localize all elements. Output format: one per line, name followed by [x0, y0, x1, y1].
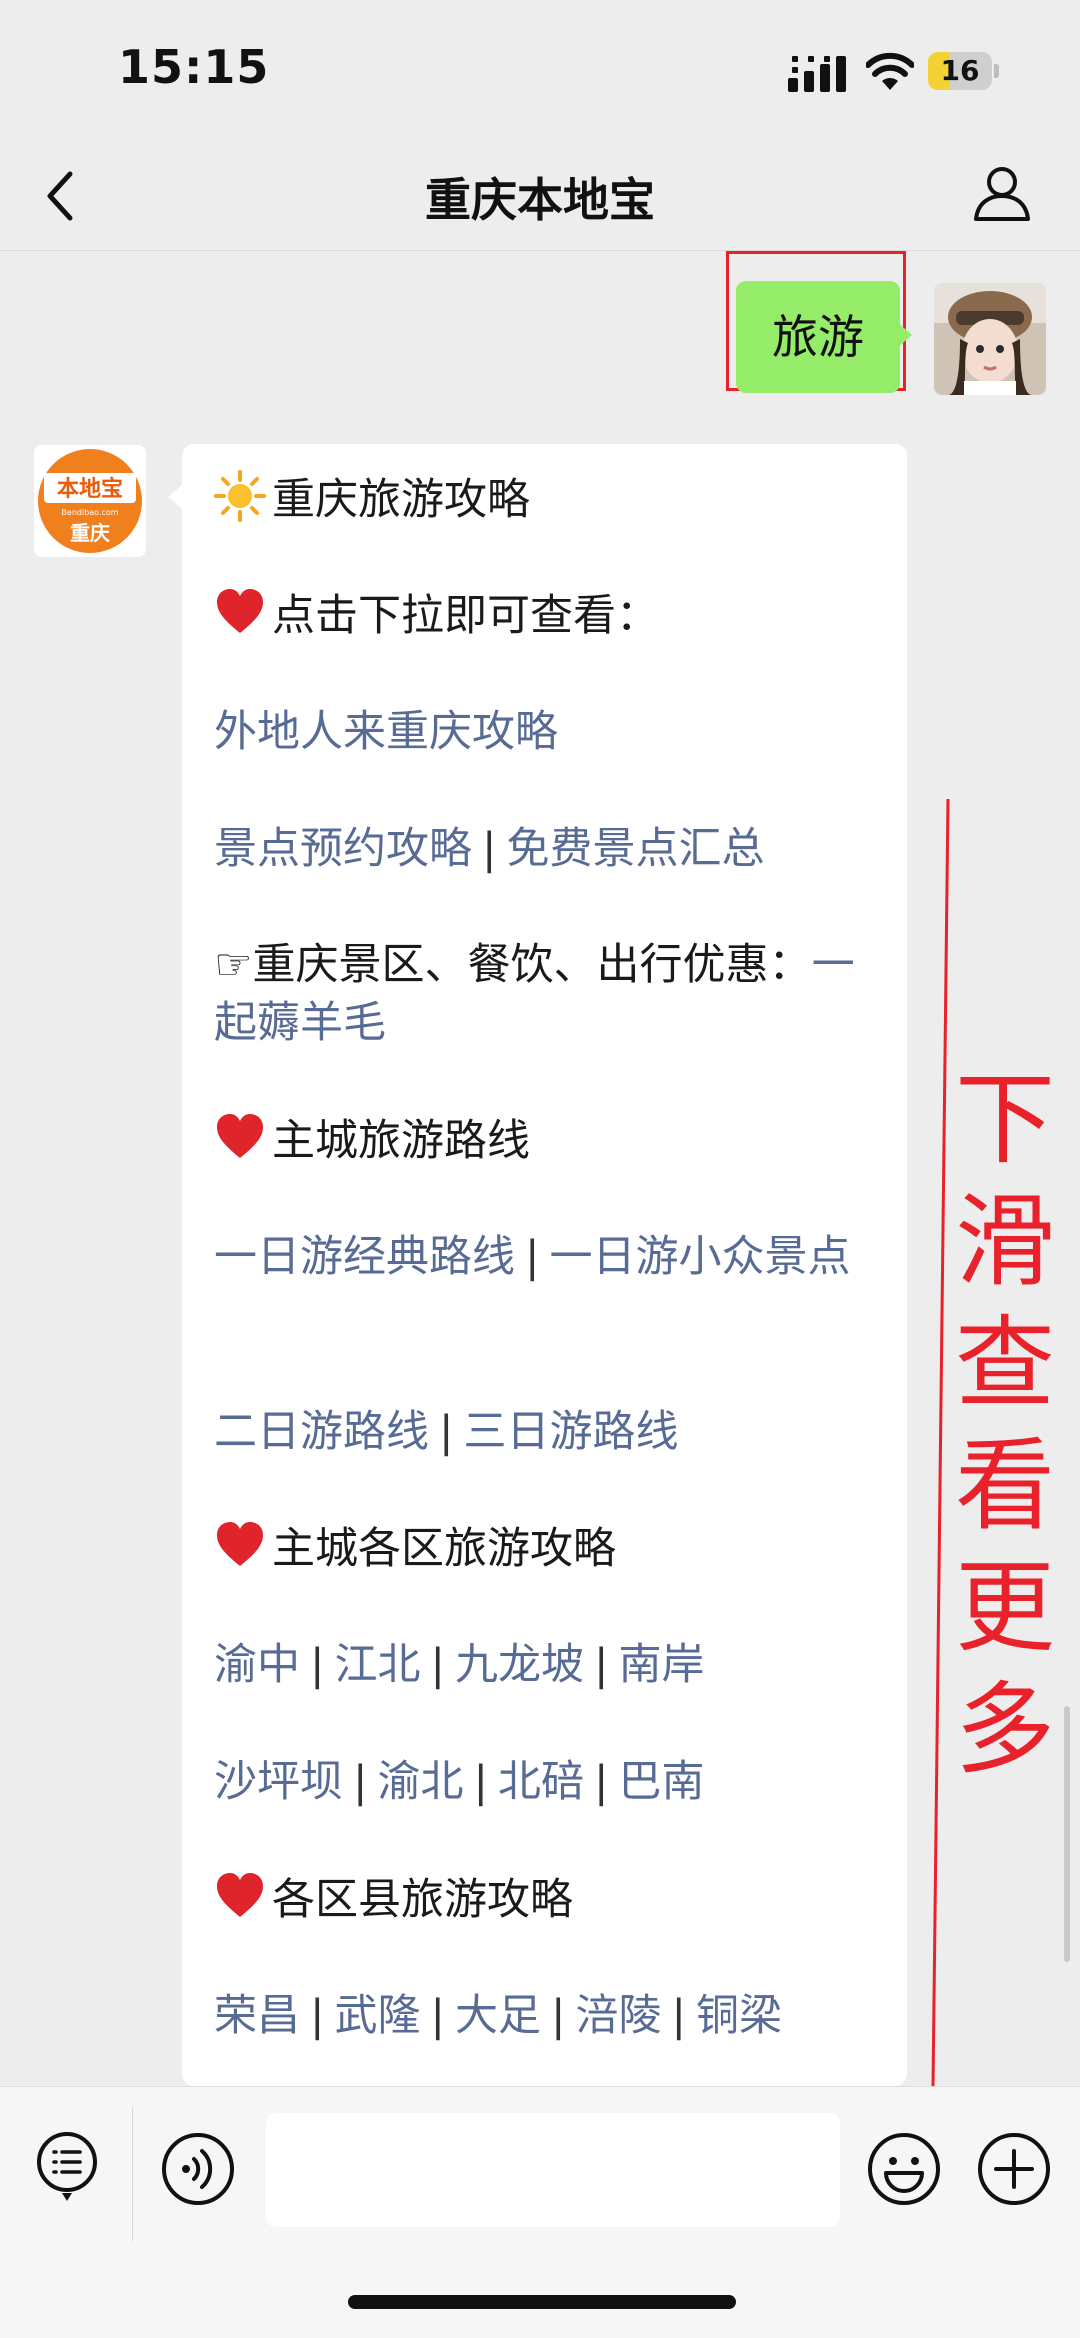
link-row-counties: 荣昌 | 武隆 | 大足 | 涪陵 | 铜梁 [214, 1987, 884, 2045]
bendibao-logo: 本地宝 Bendibao.com 重庆 [34, 445, 146, 557]
red-down-arrow-icon [931, 799, 950, 2086]
link-row-districts-2: 沙坪坝 | 渝北 | 北碚 | 巴南 [214, 1753, 884, 1811]
separator: | [671, 1991, 687, 2041]
separator: | [473, 1757, 489, 1807]
link-tongliang[interactable]: 铜梁 [696, 1991, 782, 2041]
separator: | [353, 1757, 368, 1807]
link-dazu[interactable]: 大足 [455, 1991, 541, 2041]
link-beibei[interactable]: 北碚 [498, 1757, 584, 1807]
bot-avatar[interactable]: 本地宝 Bendibao.com 重庆 [34, 445, 146, 557]
link-shapingba[interactable]: 沙坪坝 [214, 1757, 343, 1807]
separator: | [439, 1407, 454, 1457]
svg-text:本地宝: 本地宝 [57, 476, 123, 502]
red-heart-icon [217, 1114, 263, 1158]
user-message-bubble[interactable]: 旅游 [736, 281, 900, 393]
link-outsider-guide[interactable]: 外地人来重庆攻略 [214, 703, 884, 761]
home-indicator[interactable] [348, 2295, 736, 2309]
link-row-districts-1: 渝中 | 江北 | 九龙坡 | 南岸 [214, 1636, 884, 1694]
link-yuzhong[interactable]: 渝中 [214, 1640, 300, 1690]
message-discounts: ☞重庆景区、餐饮、出行优惠：一起薅羊毛 [214, 936, 884, 1052]
link-jiulongpo[interactable]: 九龙坡 [455, 1640, 584, 1690]
message-heading-districts: 主城各区旅游攻略 [214, 1519, 884, 1578]
separator: | [525, 1232, 540, 1282]
plus-icon[interactable] [976, 2131, 1052, 2207]
status-bar: 15:15 16 [0, 0, 1080, 140]
link-yubei[interactable]: 渝北 [378, 1757, 464, 1807]
separator: | [482, 824, 497, 874]
voice-icon[interactable] [160, 2131, 236, 2207]
svg-text:Bendibao.com: Bendibao.com [61, 508, 118, 517]
list-menu-icon[interactable] [36, 2131, 98, 2205]
link-wulong[interactable]: 武隆 [335, 1991, 421, 2041]
battery-level-label: 16 [940, 54, 980, 87]
scrollbar-thumb[interactable] [1064, 1706, 1070, 1962]
user-avatar[interactable] [934, 283, 1046, 395]
heading-text: 主城旅游路线 [272, 1116, 530, 1166]
user-bubble-tail [896, 321, 912, 349]
link-fuling[interactable]: 涪陵 [576, 1991, 662, 2041]
link-banan[interactable]: 巴南 [619, 1757, 705, 1807]
link-jiangbei[interactable]: 江北 [335, 1640, 421, 1690]
scroll-hint-annotation: 下滑查看更多 [955, 1061, 1055, 1788]
red-heart-icon [217, 1522, 263, 1566]
separator: | [430, 1640, 446, 1690]
link-free-attractions[interactable]: 免费景点汇总 [507, 824, 765, 874]
link-row-attractions: 景点预约攻略 | 免费景点汇总 [214, 820, 884, 878]
link-oneday-niche[interactable]: 一日游小众景点 [550, 1232, 851, 1282]
link-rongchang[interactable]: 荣昌 [214, 1991, 300, 2041]
separator: | [310, 1991, 325, 2041]
instruction-text: 点击下拉即可查看： [272, 591, 659, 641]
link-threeday[interactable]: 三日游路线 [464, 1407, 679, 1457]
separator: | [594, 1640, 609, 1690]
link-text[interactable]: 外地人来重庆攻略 [214, 707, 558, 757]
message-input[interactable] [266, 2113, 840, 2227]
chat-area[interactable]: 旅游 本地宝 Bendibao.com 重庆 重庆旅游攻略 点击下拉即可查看： … [0, 251, 1080, 2086]
sun-icon [214, 470, 266, 522]
status-time: 15:15 [118, 40, 270, 94]
message-heading-counties: 各区县旅游攻略 [214, 1870, 884, 1929]
separator: | [430, 1991, 446, 2041]
wifi-icon [866, 52, 914, 90]
red-heart-icon [217, 1873, 263, 1917]
nav-bar: 重庆本地宝 [0, 140, 1080, 251]
red-heart-icon [217, 589, 263, 633]
user-avatar-image [934, 283, 1046, 395]
heading-text: 重庆旅游攻略 [272, 475, 530, 525]
link-twoday[interactable]: 二日游路线 [214, 1407, 429, 1457]
link-reservation-guide[interactable]: 景点预约攻略 [214, 824, 472, 874]
separator: | [551, 1991, 566, 2041]
battery-indicator: 16 [928, 52, 1000, 90]
battery-body: 16 [928, 52, 992, 90]
discounts-text: ☞重庆景区、餐饮、出行优惠： [214, 940, 812, 990]
battery-cap [994, 64, 999, 78]
message-instruction: 点击下拉即可查看： [214, 586, 884, 645]
separator: | [310, 1640, 325, 1690]
svg-text:重庆: 重庆 [70, 521, 110, 545]
link-oneday-classic[interactable]: 一日游经典路线 [214, 1232, 515, 1282]
message-heading-routes: 主城旅游路线 [214, 1111, 884, 1170]
cellular-signal-icon [788, 56, 846, 92]
separator: | [594, 1757, 609, 1807]
toolbar-divider [132, 2107, 133, 2241]
message-heading-travel-guide: 重庆旅游攻略 [214, 470, 884, 529]
chat-title: 重庆本地宝 [425, 173, 655, 227]
user-message-text: 旅游 [772, 310, 864, 364]
emoji-icon[interactable] [866, 2131, 942, 2207]
heading-text: 主城各区旅游攻略 [272, 1524, 616, 1574]
heading-text: 各区县旅游攻略 [272, 1875, 573, 1925]
link-row-multiday: 二日游路线 | 三日游路线 [214, 1403, 884, 1461]
link-nanan[interactable]: 南岸 [619, 1640, 705, 1690]
person-icon[interactable] [972, 162, 1032, 222]
link-row-oneday: 一日游经典路线 | 一日游小众景点 [214, 1228, 884, 1286]
